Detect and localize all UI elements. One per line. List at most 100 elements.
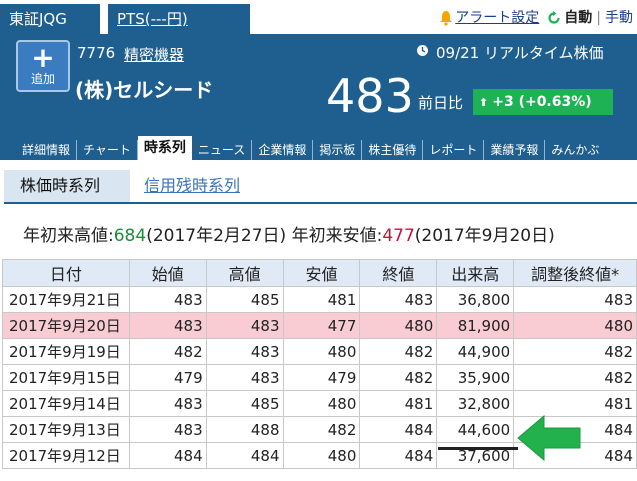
table-row-highlighted: 2017年9月20日 483 483 477 480 81,900 480 [2,312,637,339]
table-row: 2017年9月21日 483 485 481 483 36,800 483 [2,286,637,313]
company-name: (株)セルシード [75,78,214,102]
tab-chart[interactable]: チャート [77,140,138,160]
table-row: 2017年9月19日 482 483 480 482 44,900 482 [2,338,637,365]
year-high-date: (2017年2月27日) [146,226,287,246]
volume-underline-mark [438,447,518,450]
tab-benefits[interactable]: 株主優待 [362,140,424,160]
tab-pts[interactable]: PTS(---円) [108,4,250,34]
year-high-label: 年初来高値: [23,226,114,246]
cell-close: 482 [359,338,438,365]
column-header-close: 終値 [359,259,438,287]
manual-refresh-toggle[interactable]: 手動 [605,6,633,30]
cell-date: 2017年9月19日 [2,338,130,365]
arrow-left-icon [517,414,581,462]
cell-open: 483 [128,312,207,339]
year-low-value: 477 [382,226,415,246]
section-divider [4,202,637,204]
section-tabs: 株価時系列 信用残時系列 [4,170,637,202]
tab-forecast[interactable]: 業績予報 [484,140,546,160]
column-header-open: 始値 [128,259,207,287]
auto-refresh-toggle[interactable]: 自動 [564,6,592,30]
stock-price: 483 [326,69,414,123]
cell-low: 481 [282,286,361,313]
cell-high: 483 [205,364,284,391]
clock-icon [417,45,428,56]
cell-high: 483 [205,338,284,365]
cell-open: 483 [128,390,207,417]
cell-high: 488 [205,416,284,443]
cell-high: 483 [205,312,284,339]
cell-volume: 44,900 [436,338,515,365]
cell-low: 479 [282,364,361,391]
tab-tse[interactable]: 東証JQG [0,4,100,34]
change-label: 前日比 [418,94,464,112]
cell-low: 482 [282,416,361,443]
tab-report[interactable]: レポート [423,140,485,160]
change-value: +3 (+0.63%) [492,94,592,110]
tab-board[interactable]: 掲示板 [313,140,363,160]
tab-timeseries[interactable]: 時系列 [137,136,192,160]
cell-date: 2017年9月14日 [2,390,130,417]
cell-adjusted-close: 480 [513,312,637,339]
cell-open: 479 [128,364,207,391]
cell-high: 485 [205,390,284,417]
refresh-icon [548,11,560,24]
cell-date: 2017年9月21日 [2,286,130,313]
cell-high: 484 [205,442,284,469]
cell-close: 480 [359,312,438,339]
tab-minkabu[interactable]: みんかぶ [545,140,605,160]
industry-link[interactable]: 精密機器 [124,44,184,65]
tab-price-history[interactable]: 株価時系列 [4,170,130,202]
tab-news[interactable]: ニュース [192,140,253,160]
top-right-controls: アラート設定 自動 | 手動 [439,6,633,30]
cell-volume: 32,800 [436,390,515,417]
alert-settings-link[interactable]: アラート設定 [455,6,539,30]
cell-close: 482 [359,364,438,391]
cell-high: 485 [205,286,284,313]
cell-close: 484 [359,416,438,443]
table-header-row: 日付 始値 高値 安値 終値 出来高 調整後終値* [2,259,637,287]
cell-date: 2017年9月20日 [2,312,130,339]
cell-adjusted-close: 482 [513,364,637,391]
tab-company[interactable]: 企業情報 [252,140,314,160]
cell-volume: 44,600 [436,416,515,443]
cell-open: 483 [128,416,207,443]
stock-code: 7776 [77,44,116,62]
change-badge: ⬆ +3 (+0.63%) [473,89,613,115]
cell-volume: 81,900 [436,312,515,339]
cell-date: 2017年9月13日 [2,416,130,443]
cell-close: 481 [359,390,438,417]
cell-date: 2017年9月12日 [2,442,130,469]
cell-open: 484 [128,442,207,469]
year-low-label: 年初来安値: [291,226,383,246]
year-high-value: 684 [113,226,147,246]
bell-icon [440,11,453,26]
add-button[interactable]: + 追加 [16,40,70,92]
column-header-low: 安値 [282,259,361,287]
cell-low: 480 [282,338,361,365]
detail-subtabs: 詳細情報 チャート 時系列 ニュース 企業情報 掲示板 株主優待 レポート 業績… [16,136,605,160]
cell-volume: 35,900 [436,364,515,391]
cell-adjusted-close: 483 [513,286,637,313]
cell-open: 483 [128,286,207,313]
column-header-volume: 出来高 [436,259,515,287]
yearly-range: 年初来高値:684(2017年2月27日) 年初来安値:477(2017年9月2… [23,221,555,246]
cell-open: 482 [128,338,207,365]
cell-date: 2017年9月15日 [2,364,130,391]
add-label: 追加 [30,72,55,86]
tab-margin-history[interactable]: 信用残時系列 [144,170,240,202]
tab-details[interactable]: 詳細情報 [16,140,78,160]
cell-close: 483 [359,286,438,313]
column-header-date: 日付 [2,259,130,287]
cell-low: 480 [282,390,361,417]
year-low-date: (2017年9月20日) [414,226,555,246]
plus-icon: + [31,41,55,74]
cell-low: 477 [282,312,361,339]
cell-close: 484 [359,442,438,469]
cell-volume: 36,800 [436,286,515,313]
arrow-up-icon: ⬆ [479,96,489,109]
table-row: 2017年9月15日 479 483 479 482 35,900 482 [2,364,637,391]
cell-low: 480 [282,442,361,469]
separator: | [596,10,601,26]
column-header-adjusted-close: 調整後終値* [513,259,637,287]
